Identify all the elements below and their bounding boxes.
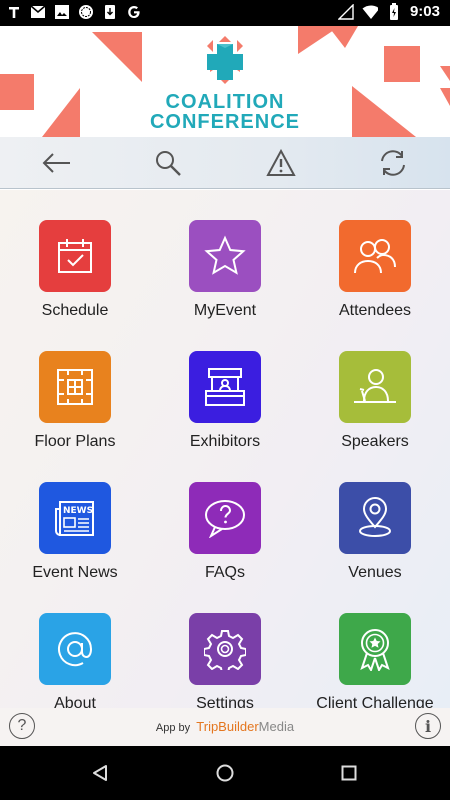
tile-icon-box bbox=[339, 482, 411, 554]
tile-faqs[interactable]: FAQs bbox=[150, 452, 300, 583]
tile-label: Settings bbox=[196, 695, 254, 708]
tile-label: Venues bbox=[348, 564, 402, 581]
booth-icon bbox=[205, 368, 245, 406]
no-signal-icon bbox=[337, 3, 354, 20]
tile-icon-box bbox=[339, 613, 411, 685]
tile-myevent[interactable]: MyEvent bbox=[150, 190, 300, 321]
tile-label: Speakers bbox=[341, 433, 409, 450]
logo-line-2: CONFERENCE bbox=[149, 111, 300, 133]
back-arrow-icon bbox=[42, 153, 70, 173]
question-bubble-icon bbox=[205, 500, 245, 538]
t-icon bbox=[6, 4, 22, 20]
menu-grid: Schedule MyEvent Attendees Floor Plans E… bbox=[0, 190, 450, 708]
clock: 9:03 bbox=[409, 3, 440, 20]
tile-schedule[interactable]: Schedule bbox=[0, 190, 150, 321]
tile-icon-box bbox=[339, 351, 411, 423]
location-pin-icon bbox=[359, 497, 391, 537]
circle-home-icon bbox=[216, 764, 234, 782]
gear-icon bbox=[204, 630, 246, 670]
back-button[interactable] bbox=[40, 147, 72, 179]
tile-label: Schedule bbox=[41, 302, 109, 319]
tile-attendees[interactable]: Attendees bbox=[300, 190, 450, 321]
triangle-back-icon bbox=[93, 765, 107, 781]
footer-bar: ? App by TripBuilderMedia i bbox=[0, 708, 450, 746]
system-nav-bar bbox=[0, 746, 450, 800]
calendar-check-icon bbox=[58, 239, 92, 273]
people-icon bbox=[354, 239, 396, 274]
gmail-icon bbox=[30, 4, 46, 20]
nav-home-button[interactable] bbox=[213, 761, 237, 785]
tile-icon-box bbox=[39, 351, 111, 423]
tile-label: Event News bbox=[32, 564, 118, 581]
tile-label: Exhibitors bbox=[189, 433, 261, 450]
tile-icon-box bbox=[39, 613, 111, 685]
conference-banner: COALITION CONFERENCE bbox=[0, 26, 450, 137]
star-icon bbox=[204, 235, 246, 275]
tile-label: Attendees bbox=[338, 302, 412, 319]
speaker-icon bbox=[354, 369, 396, 403]
tile-icon-box bbox=[189, 482, 261, 554]
media-icon bbox=[54, 4, 70, 20]
search-button[interactable] bbox=[152, 147, 184, 179]
wifi-icon bbox=[362, 4, 378, 20]
square-recents-icon bbox=[341, 765, 357, 781]
tile-label: Floor Plans bbox=[34, 433, 116, 450]
tile-label: FAQs bbox=[204, 564, 245, 581]
tile-icon-box: NEWS bbox=[39, 482, 111, 554]
newspaper-icon: NEWS bbox=[55, 501, 94, 536]
g-icon bbox=[126, 4, 142, 20]
tile-venues[interactable]: Venues bbox=[300, 452, 450, 583]
sync-icon bbox=[381, 150, 405, 176]
nav-back-button[interactable] bbox=[88, 761, 112, 785]
award-ribbon-icon bbox=[360, 629, 390, 671]
tile-speakers[interactable]: Speakers bbox=[300, 321, 450, 452]
coalition-logo-icon bbox=[207, 36, 243, 84]
tile-event-news[interactable]: NEWS Event News bbox=[0, 452, 150, 583]
tile-about[interactable]: About bbox=[0, 583, 150, 708]
alert-icon bbox=[266, 149, 296, 176]
alerts-button[interactable] bbox=[265, 147, 297, 179]
credit-prefix: App by bbox=[155, 722, 191, 734]
tile-icon-box bbox=[189, 220, 261, 292]
tile-client-challenge[interactable]: Client Challenge bbox=[300, 583, 450, 708]
status-bar: 9:03 bbox=[0, 0, 450, 26]
at-sign-icon bbox=[58, 632, 93, 667]
floor-plan-icon bbox=[57, 369, 93, 405]
tile-icon-box bbox=[39, 220, 111, 292]
info-button[interactable]: i bbox=[415, 713, 441, 739]
tile-exhibitors[interactable]: Exhibitors bbox=[150, 321, 300, 452]
sd-card-icon bbox=[102, 4, 118, 20]
tile-icon-box bbox=[339, 220, 411, 292]
tile-icon-box bbox=[189, 351, 261, 423]
tile-label: MyEvent bbox=[193, 302, 257, 319]
logo-line-1: COALITION bbox=[165, 91, 285, 113]
app-credit[interactable]: App by TripBuilderMedia bbox=[0, 719, 450, 734]
search-icon bbox=[156, 151, 181, 176]
download-icon bbox=[78, 4, 94, 20]
tile-settings[interactable]: Settings bbox=[150, 583, 300, 708]
tile-label: About bbox=[54, 695, 96, 708]
nav-recents-button[interactable] bbox=[337, 761, 361, 785]
brand-name-part1: TripBuilder bbox=[196, 719, 259, 734]
brand-name-part2: Media bbox=[258, 719, 295, 734]
tile-label: Client Challenge bbox=[316, 695, 434, 708]
svg-text:NEWS: NEWS bbox=[63, 506, 93, 516]
toolbar bbox=[0, 137, 450, 189]
tile-floor-plans[interactable]: Floor Plans bbox=[0, 321, 150, 452]
sync-button[interactable] bbox=[377, 147, 409, 179]
tile-icon-box bbox=[189, 613, 261, 685]
battery-charging-icon bbox=[386, 2, 402, 20]
